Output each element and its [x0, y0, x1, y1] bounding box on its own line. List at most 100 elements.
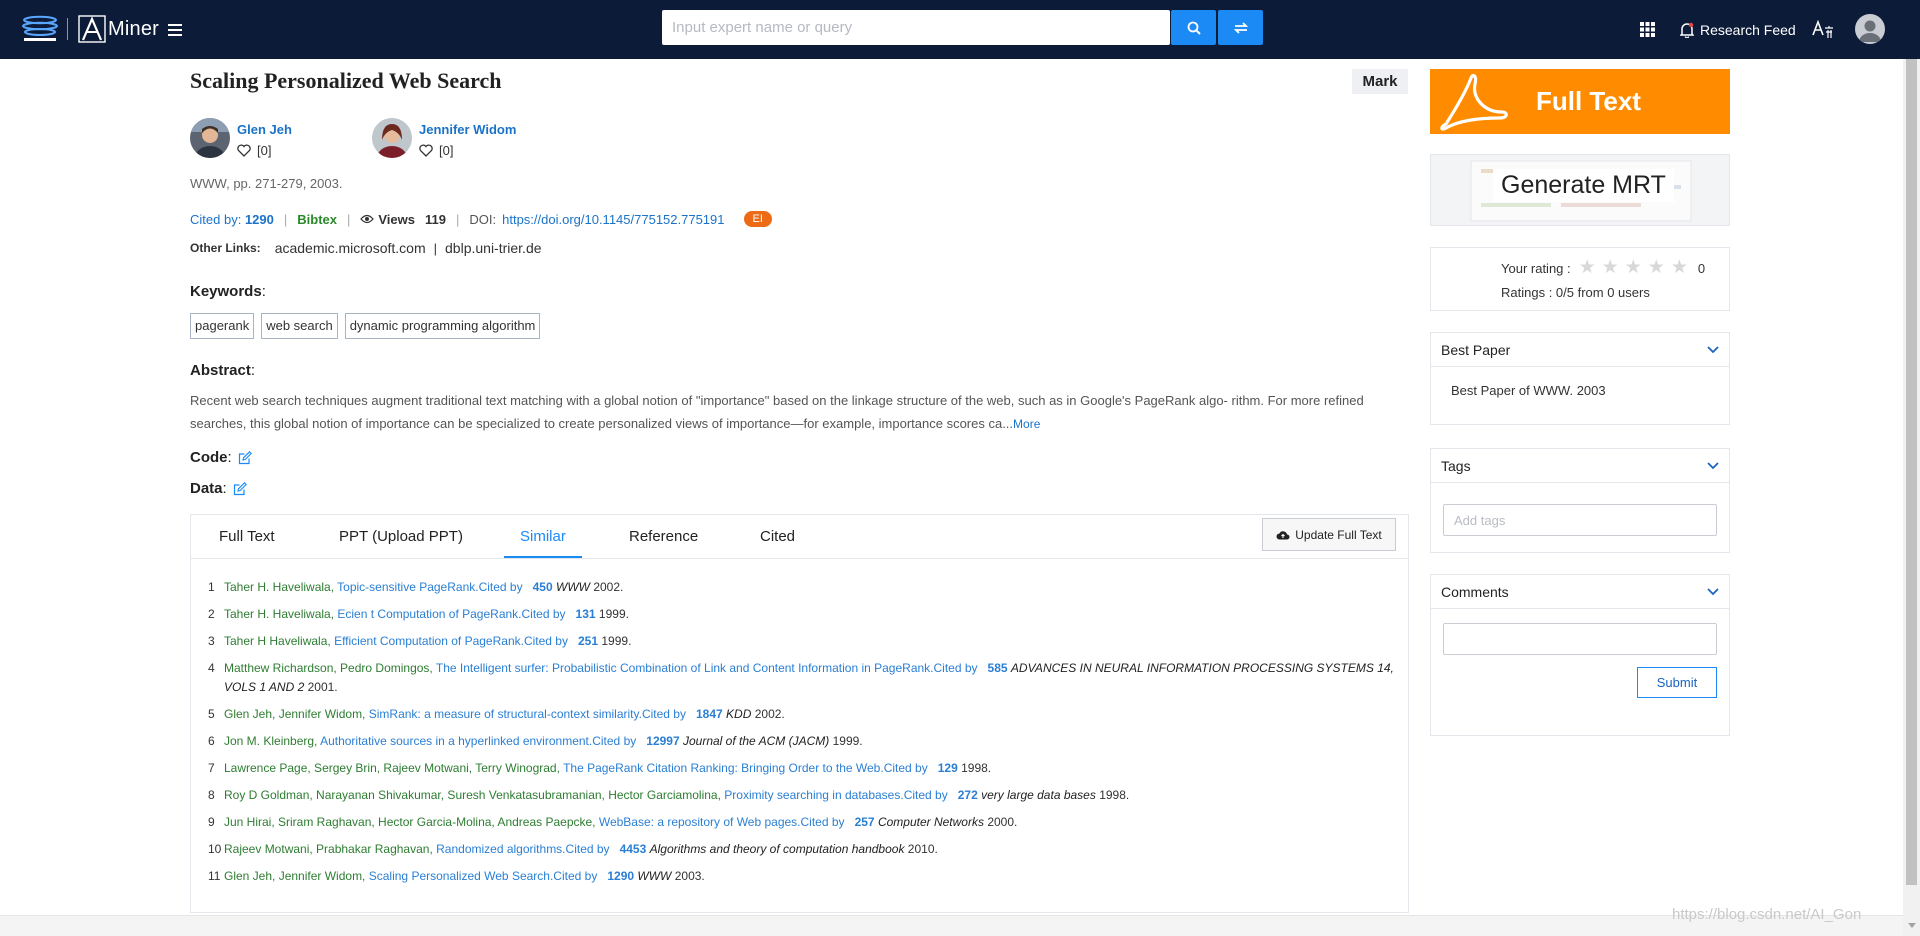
similar-paper-item: 5 Glen Jeh, Jennifer Widom, SimRank: a me… — [208, 705, 1398, 724]
item-authors[interactable]: Taher H. Haveliwala, — [224, 607, 334, 621]
item-title-link[interactable]: Authoritative sources in a hyperlinked e… — [320, 734, 592, 748]
aminer-logo[interactable]: Miner — [78, 14, 159, 44]
item-number: 4 — [208, 661, 215, 675]
tab-cited[interactable]: Cited — [760, 528, 795, 545]
keyword-tag[interactable]: dynamic programming algorithm — [344, 313, 541, 339]
chevron-down-icon[interactable] — [1707, 587, 1719, 596]
tab-full-text[interactable]: Full Text — [219, 528, 275, 545]
switch-search-button[interactable] — [1218, 10, 1263, 45]
item-authors[interactable]: Taher H Haveliwala, — [224, 634, 331, 648]
chevron-down-icon[interactable] — [1707, 345, 1719, 354]
tab-ppt[interactable]: PPT (Upload PPT) — [339, 528, 463, 545]
item-authors[interactable]: Jun Hirai, Sriram Raghavan, Hector Garci… — [224, 815, 596, 829]
abstract-more-link[interactable]: More — [1013, 417, 1040, 431]
generate-mrt-button[interactable]: Generate MRT — [1430, 154, 1730, 226]
item-title-link[interactable]: Randomized algorithms. — [436, 842, 565, 856]
mark-button[interactable]: Mark — [1352, 69, 1408, 94]
best-paper-header[interactable]: Best Paper — [1431, 333, 1729, 367]
star-icon[interactable]: ★ — [1671, 258, 1688, 277]
item-authors[interactable]: Roy D Goldman, Narayanan Shivakumar, Sur… — [224, 788, 721, 802]
tab-similar[interactable]: Similar — [520, 528, 566, 545]
author-like[interactable]: [0] — [419, 143, 516, 158]
star-icon[interactable]: ★ — [1602, 258, 1619, 277]
cited-by-link[interactable]: Cited by: 1290 — [190, 212, 274, 227]
star-icon[interactable]: ★ — [1579, 258, 1596, 277]
item-cited-count[interactable]: 1290 — [607, 869, 634, 883]
item-authors[interactable]: Lawrence Page, Sergey Brin, Rajeev Motwa… — [224, 761, 560, 775]
item-cited-count[interactable]: 4453 — [620, 842, 647, 856]
edit-icon[interactable] — [233, 482, 247, 496]
item-title-link[interactable]: The Intelligent surfer: Probabilistic Co… — [436, 661, 934, 675]
keyword-tag[interactable]: web search — [261, 313, 338, 339]
your-rating-row: Your rating : ★ ★ ★ ★ ★ 0 — [1501, 258, 1705, 277]
tab-reference[interactable]: Reference — [629, 528, 698, 545]
star-icon[interactable]: ★ — [1625, 258, 1642, 277]
research-feed-link[interactable]: Research Feed — [1680, 0, 1796, 59]
similar-paper-item: 2 Taher H. Haveliwala, Ecien t Computatio… — [208, 605, 1398, 624]
item-title-link[interactable]: Topic-sensitive PageRank. — [337, 580, 478, 594]
search-button[interactable] — [1171, 10, 1216, 45]
item-title-link[interactable]: Scaling Personalized Web Search. — [369, 869, 554, 883]
vertical-scrollbar[interactable] — [1903, 59, 1920, 936]
tags-header[interactable]: Tags — [1431, 449, 1729, 483]
scroll-down-arrow-icon[interactable] — [1908, 923, 1916, 928]
author-avatar[interactable] — [190, 118, 230, 158]
doi-link[interactable]: https://doi.org/10.1145/775152.775191 — [502, 212, 724, 227]
item-authors[interactable]: Taher H. Haveliwala, — [224, 580, 334, 594]
item-cited-count[interactable]: 131 — [576, 607, 596, 621]
hamburger-menu-icon[interactable] — [168, 24, 182, 36]
chevron-down-icon[interactable] — [1707, 461, 1719, 470]
author-name[interactable]: Glen Jeh — [237, 122, 292, 137]
comments-title: Comments — [1441, 583, 1509, 600]
bibtex-button[interactable]: Bibtex — [297, 212, 337, 227]
item-title-link[interactable]: WebBase: a repository of Web pages. — [599, 815, 801, 829]
rating-stars[interactable]: ★ ★ ★ ★ ★ — [1579, 258, 1688, 277]
author-avatar[interactable] — [372, 118, 412, 158]
acemap-logo[interactable] — [20, 14, 60, 44]
author-card[interactable]: Glen Jeh [0] — [190, 118, 292, 158]
heart-icon — [237, 144, 251, 157]
item-cited-count[interactable]: 257 — [855, 815, 875, 829]
keyword-tag[interactable]: pagerank — [190, 313, 255, 339]
other-links-divider: | — [433, 240, 438, 256]
author-like[interactable]: [0] — [237, 143, 292, 158]
item-cited-count[interactable]: 1847 — [696, 707, 723, 721]
comments-header[interactable]: Comments — [1431, 575, 1729, 609]
item-cited-count[interactable]: 129 — [938, 761, 958, 775]
item-title-link[interactable]: Proximity searching in databases. — [724, 788, 903, 802]
item-cited-count[interactable]: 585 — [988, 661, 1008, 675]
eye-icon — [360, 214, 375, 224]
apps-button[interactable] — [1640, 0, 1662, 59]
item-authors[interactable]: Rajeev Motwani, Prabhakar Raghavan, — [224, 842, 433, 856]
item-title-link[interactable]: The PageRank Citation Ranking: Bringing … — [563, 761, 884, 775]
author-card[interactable]: Jennifer Widom [0] — [372, 118, 516, 158]
translate-button[interactable] — [1812, 0, 1834, 59]
other-link-dblp[interactable]: dblp.uni-trier.de — [445, 240, 542, 256]
other-link-microsoft[interactable]: academic.microsoft.com — [275, 240, 426, 256]
item-cited-count[interactable]: 12997 — [646, 734, 679, 748]
full-text-button[interactable]: Full Text — [1430, 69, 1730, 134]
item-cited-count[interactable]: 450 — [533, 580, 553, 594]
item-year: 1998. — [1099, 788, 1130, 802]
paper-meta-row: Cited by: 1290 | Bibtex | Views 119 | DO… — [190, 211, 772, 227]
submit-comment-button[interactable]: Submit — [1637, 667, 1717, 698]
scrollbar-thumb[interactable] — [1906, 59, 1917, 885]
user-avatar[interactable] — [1855, 14, 1885, 44]
author-name[interactable]: Jennifer Widom — [419, 122, 516, 137]
edit-icon[interactable] — [238, 451, 252, 465]
search-input[interactable] — [662, 10, 1170, 45]
item-authors[interactable]: Matthew Richardson, Pedro Domingos, — [224, 661, 433, 675]
item-authors[interactable]: Jon M. Kleinberg, — [224, 734, 317, 748]
item-title-link[interactable]: SimRank: a measure of structural-context… — [369, 707, 642, 721]
item-cited-count[interactable]: 251 — [578, 634, 598, 648]
item-title-link[interactable]: Efficient Computation of PageRank. — [334, 634, 524, 648]
item-authors[interactable]: Glen Jeh, Jennifer Widom, — [224, 707, 365, 721]
update-full-text-button[interactable]: Update Full Text — [1262, 518, 1396, 551]
add-tags-input[interactable] — [1443, 504, 1717, 536]
item-authors[interactable]: Glen Jeh, Jennifer Widom, — [224, 869, 365, 883]
star-icon[interactable]: ★ — [1648, 258, 1665, 277]
item-body: Rajeev Motwani, Prabhakar Raghavan, Rand… — [224, 840, 1398, 859]
item-cited-count[interactable]: 272 — [958, 788, 978, 802]
comment-input[interactable] — [1443, 623, 1717, 655]
item-title-link[interactable]: Ecien t Computation of PageRank. — [337, 607, 521, 621]
